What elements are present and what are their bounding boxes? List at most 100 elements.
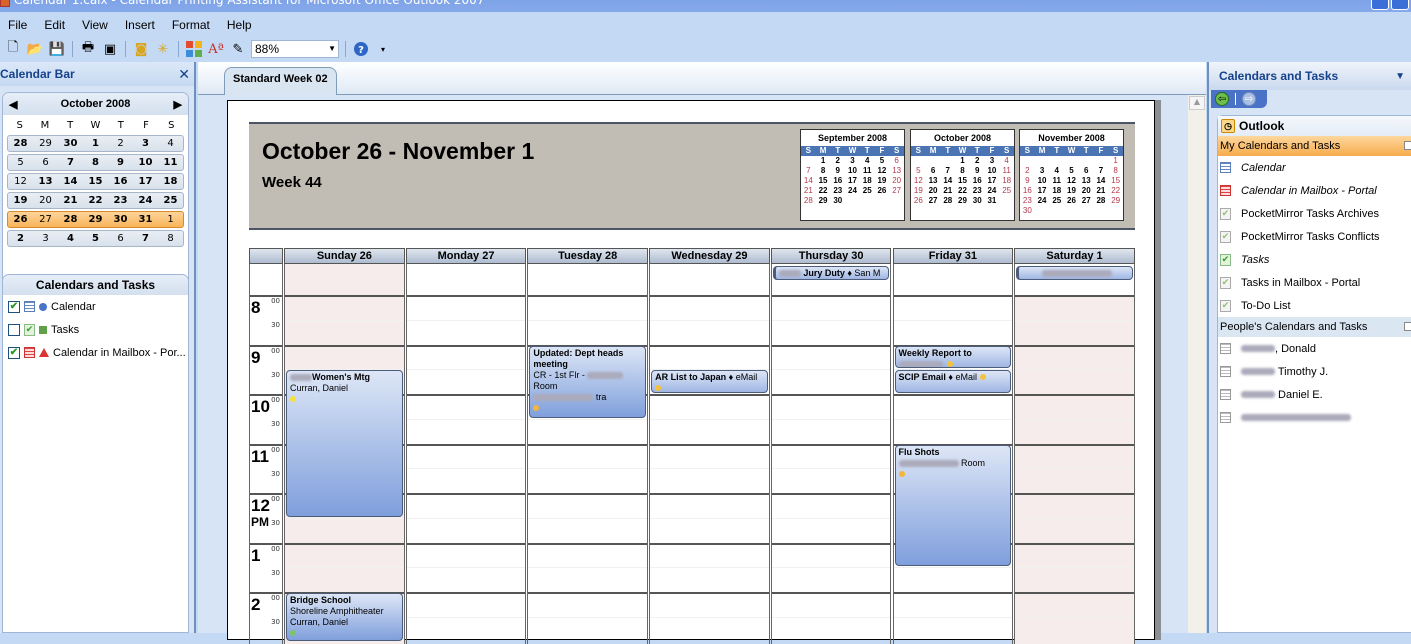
mini-calendar-day[interactable]: 13: [33, 176, 58, 187]
mini-calendar-week[interactable]: 12 13 14 15 16 17 18: [7, 173, 184, 190]
collapse-icon[interactable]: [1404, 322, 1411, 331]
mini-calendar-day[interactable]: 11: [158, 157, 183, 168]
day-column[interactable]: [770, 264, 892, 644]
folder-group-header[interactable]: My Calendars and Tasks: [1218, 136, 1411, 156]
mini-calendar-day[interactable]: 6: [33, 157, 58, 168]
appointment[interactable]: Weekly Report to: [894, 345, 1012, 369]
folder-item[interactable]: ✔ PocketMirror Tasks Conflicts: [1218, 225, 1411, 248]
print-preview-icon[interactable]: ▣: [101, 40, 119, 58]
scroll-up-button[interactable]: ▲: [1189, 96, 1205, 110]
forward-arrow-icon[interactable]: ⇨: [1242, 92, 1256, 106]
help-icon[interactable]: ?: [352, 40, 370, 58]
day-column[interactable]: [527, 264, 649, 644]
appointment[interactable]: SCIP Email ♦ eMail: [894, 370, 1012, 393]
collapse-icon[interactable]: [1404, 141, 1411, 150]
new-icon[interactable]: 🗋: [4, 40, 22, 58]
minimize-button[interactable]: [1371, 0, 1389, 10]
mini-calendar-day[interactable]: 14: [58, 176, 83, 187]
folder-item[interactable]: ✔ To-Do List: [1218, 294, 1411, 317]
calendar-list-item[interactable]: ✔ Calendar: [3, 295, 188, 318]
toolbar-options-icon[interactable]: ▾: [374, 40, 392, 58]
mini-calendar-day[interactable]: 16: [108, 176, 133, 187]
folder-item[interactable]: ✔ PocketMirror Tasks Archives: [1218, 202, 1411, 225]
mini-calendar-day[interactable]: 28: [8, 138, 33, 149]
mini-calendar-week[interactable]: 2345678: [7, 230, 184, 247]
mini-calendar-day[interactable]: 30: [108, 214, 133, 225]
checkbox[interactable]: [8, 323, 20, 336]
folder-item[interactable]: ✔ Tasks in Mailbox - Portal: [1218, 271, 1411, 294]
mini-calendar-day[interactable]: 2: [108, 138, 133, 149]
zoom-select[interactable]: 88% ▼: [251, 40, 339, 58]
mini-calendar-day[interactable]: 7: [133, 233, 158, 244]
fonts-icon[interactable]: Aª: [207, 40, 225, 58]
restore-button[interactable]: [1391, 0, 1409, 10]
mini-calendar-day[interactable]: 1: [83, 138, 108, 149]
next-month-button[interactable]: ▶: [174, 98, 182, 111]
mini-calendar-day[interactable]: 19: [8, 195, 33, 206]
calendar-icon[interactable]: ◙: [132, 40, 150, 58]
mini-calendar-week[interactable]: 19 20 21 22 23 24 25: [7, 192, 184, 209]
appointment[interactable]: Women's Mtg Curran, Daniel: [286, 370, 403, 517]
folder-item[interactable]: , Donald: [1218, 337, 1411, 360]
outlook-root[interactable]: ◷ Outlook: [1218, 116, 1411, 136]
mini-calendar-day[interactable]: 28: [58, 214, 83, 225]
mini-calendar-day[interactable]: 7: [58, 157, 83, 168]
mini-calendar-day[interactable]: 22: [83, 195, 108, 206]
mini-calendar-day[interactable]: 12: [8, 176, 33, 187]
menu-file[interactable]: File: [8, 18, 27, 32]
menu-format[interactable]: Format: [172, 18, 210, 32]
mini-calendar-day[interactable]: 29: [83, 214, 108, 225]
folder-item[interactable]: Daniel E.: [1218, 383, 1411, 406]
back-arrow-icon[interactable]: ⇦: [1215, 92, 1229, 106]
mini-calendar-day[interactable]: 18: [158, 176, 183, 187]
save-icon[interactable]: 💾: [48, 40, 66, 58]
mini-calendar-day[interactable]: 20: [33, 195, 58, 206]
day-column[interactable]: [649, 264, 770, 644]
calendar-list-item[interactable]: ✔ Tasks: [3, 318, 188, 341]
checkbox[interactable]: ✔: [8, 300, 20, 313]
day-column[interactable]: [405, 264, 527, 644]
close-icon[interactable]: ✕: [178, 66, 190, 83]
all-day-event[interactable]: Jury Duty ♦ San M: [772, 266, 890, 280]
mini-calendar-day[interactable]: 5: [83, 233, 108, 244]
vertical-scrollbar[interactable]: ▲: [1188, 95, 1206, 633]
mini-calendar-day[interactable]: 15: [83, 176, 108, 187]
mini-calendar-day[interactable]: 4: [158, 138, 183, 149]
menu-edit[interactable]: Edit: [44, 18, 65, 32]
appointment[interactable]: AR List to Japan ♦ eMail: [651, 370, 768, 393]
mini-calendar-day[interactable]: 3: [133, 138, 158, 149]
folder-item[interactable]: Timothy J.: [1218, 360, 1411, 383]
folder-group-header[interactable]: People's Calendars and Tasks: [1218, 317, 1411, 337]
theme-colors-icon[interactable]: [185, 40, 203, 58]
mini-calendar-day[interactable]: 24: [133, 195, 158, 206]
mini-calendar-day[interactable]: 8: [158, 233, 183, 244]
mini-calendar-day[interactable]: 2: [8, 233, 33, 244]
mini-calendar-day[interactable]: 8: [83, 157, 108, 168]
mini-calendar-day[interactable]: 26: [8, 214, 33, 225]
mini-calendar-day[interactable]: 23: [108, 195, 133, 206]
appointment[interactable]: Updated: Dept heads meeting CR - 1st Flr …: [529, 345, 647, 418]
mini-calendar-day[interactable]: 21: [58, 195, 83, 206]
mini-calendar-week[interactable]: 28 29 30 1 2 3 4: [7, 135, 184, 152]
mini-calendar-day[interactable]: 31: [133, 214, 158, 225]
all-day-event[interactable]: [1016, 266, 1133, 280]
checkbox[interactable]: ✔: [8, 346, 20, 359]
mini-calendar-day[interactable]: 5: [8, 157, 33, 168]
mini-calendar-week[interactable]: 5 6 7 8 9 10 11: [7, 154, 184, 171]
mini-calendar-day[interactable]: 29: [33, 138, 58, 149]
mini-calendar-day[interactable]: 6: [108, 233, 133, 244]
appointment[interactable]: Bridge School Shoreline Amphitheater Curra…: [286, 593, 403, 641]
mini-calendar-day[interactable]: 3: [33, 233, 58, 244]
mini-calendar-day[interactable]: 27: [33, 214, 58, 225]
prev-month-button[interactable]: ◀: [9, 98, 17, 111]
folder-item[interactable]: Calendar in Mailbox - Portal: [1218, 179, 1411, 202]
menu-view[interactable]: View: [82, 18, 108, 32]
folder-item[interactable]: ✔ Tasks: [1218, 248, 1411, 271]
selected-week[interactable]: 26 27 28 29 30 31 1: [7, 211, 184, 228]
pane-menu-icon[interactable]: ▼: [1395, 71, 1405, 82]
tab-standard-week[interactable]: Standard Week 02: [224, 67, 337, 95]
mini-calendar-day[interactable]: 9: [108, 157, 133, 168]
menu-help[interactable]: Help: [227, 18, 252, 32]
menu-insert[interactable]: Insert: [125, 18, 155, 32]
mini-calendar-day[interactable]: 17: [133, 176, 158, 187]
